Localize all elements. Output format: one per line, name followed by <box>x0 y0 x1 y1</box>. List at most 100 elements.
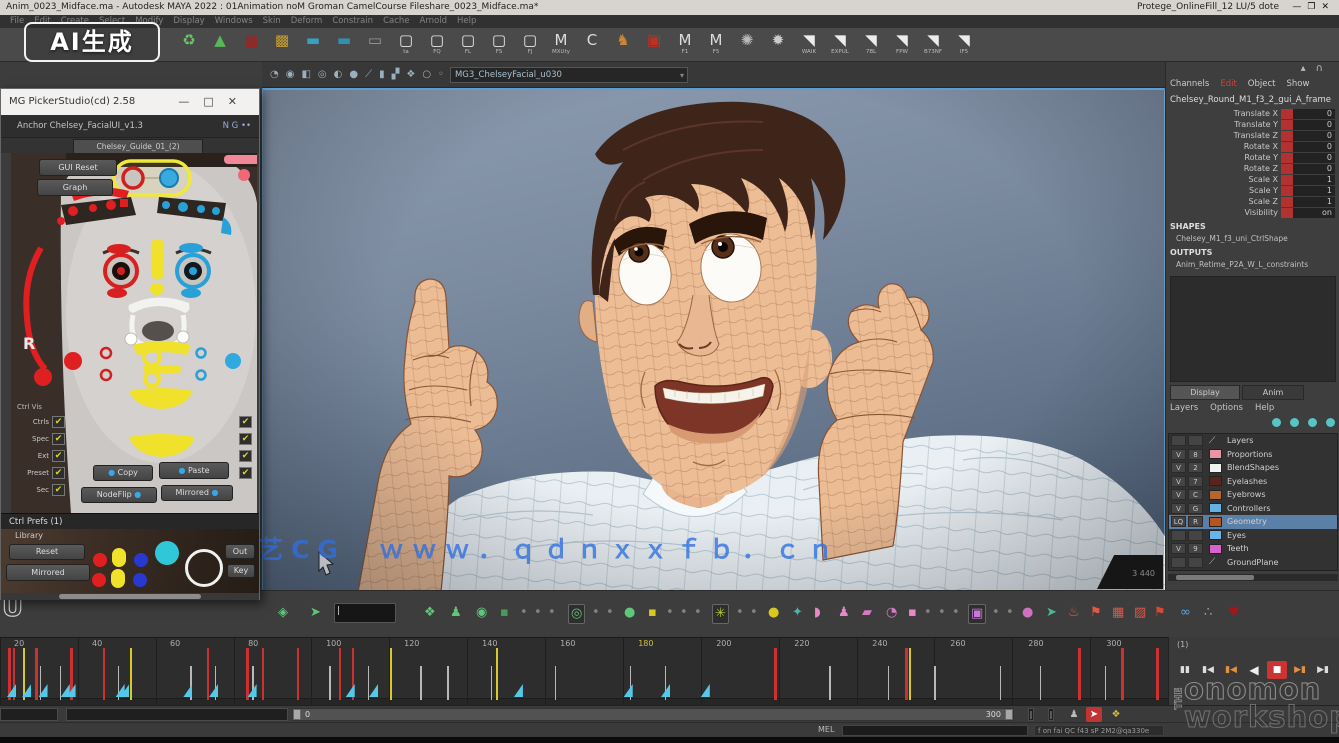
viewport-toolbar-icon-2[interactable]: ◧ <box>301 69 310 80</box>
picker-minimize-icon[interactable]: — <box>178 95 203 108</box>
shelf-icon-13[interactable]: C <box>579 31 605 49</box>
picker-reset-button[interactable]: Reset <box>9 544 85 560</box>
anim-tool-icon-29[interactable]: • <box>952 604 960 622</box>
menu-item-help[interactable]: Help <box>457 15 476 28</box>
layer-row[interactable]: LQRGeometry <box>1169 515 1337 529</box>
layer-visibility-toggle[interactable] <box>1171 530 1186 541</box>
picker-toolbar-right[interactable]: N G •• <box>223 115 251 138</box>
layer-icon[interactable] <box>1308 418 1317 427</box>
anim-tool-icon-7[interactable]: • <box>534 604 542 622</box>
anim-tool-icon-12[interactable]: ● <box>624 604 635 622</box>
picker-tab-row[interactable]: Chelsey_Guide_01_(2) <box>1 138 259 153</box>
viewport-toolbar-icon-9[interactable]: ❖ <box>406 69 415 80</box>
channel-value[interactable]: 1 <box>1293 197 1335 207</box>
picker-maximize-icon[interactable]: □ <box>203 95 227 108</box>
anim-tool-icon-5[interactable]: ▪ <box>500 604 509 622</box>
layer-mode-toggle[interactable]: R <box>1188 516 1203 527</box>
channel-value[interactable]: 0 <box>1293 142 1335 152</box>
picker-check-row[interactable]: ✔ <box>239 466 252 480</box>
layer-visibility-toggle[interactable]: LQ <box>1171 516 1186 527</box>
picker-section-header[interactable]: Ctrl Prefs (1) <box>1 513 259 529</box>
anim-tool-icon-4[interactable]: ◉ <box>476 604 487 622</box>
channel-list[interactable]: Translate X0Translate Y0Translate Z0Rota… <box>1166 108 1339 218</box>
anim-tool-icon-11[interactable]: • <box>606 604 614 622</box>
layer-row[interactable]: VGControllers <box>1169 502 1337 516</box>
anim-tool-icon-40[interactable]: ∞ <box>1180 604 1191 622</box>
shelf-icon-3[interactable]: ▩ <box>269 31 295 49</box>
layer-tab-display[interactable]: Display <box>1170 385 1240 400</box>
layer-row[interactable]: ⟋GroundPlane <box>1169 556 1337 570</box>
channel-row[interactable]: Translate Z0 <box>1166 130 1339 141</box>
shelf-icon-22[interactable]: ◥7BL <box>858 31 884 55</box>
picker-titlebar[interactable]: MG PickerStudio(cd) 2.58 —□✕ <box>1 89 259 115</box>
anim-tool-icon-15[interactable]: • <box>680 604 688 622</box>
anim-tool-icon-27[interactable]: • <box>924 604 932 622</box>
anim-tool-icon-38[interactable]: ▨ <box>1134 604 1146 622</box>
picker-graph-button[interactable]: Graph <box>37 179 113 196</box>
layer-icon[interactable] <box>1290 418 1299 427</box>
picker-paste-button[interactable]: ● Paste <box>159 462 229 479</box>
layer-color-swatch[interactable] <box>1209 503 1222 513</box>
anim-tool-icon-23[interactable]: ♟ <box>838 604 850 622</box>
layer-row[interactable]: V2BlendShapes <box>1169 461 1337 475</box>
picker-pose-dot-blue[interactable] <box>133 573 147 587</box>
picker-gui-reset-button[interactable]: GUI Reset <box>39 159 117 176</box>
anim-tool-icon-10[interactable]: • <box>592 604 600 622</box>
channel-row[interactable]: Visibilityon <box>1166 207 1339 218</box>
picker-pose-dot-blue[interactable] <box>134 553 148 567</box>
close-icon[interactable]: ✕ <box>1321 2 1335 12</box>
viewport-toolbar-icon-8[interactable]: ▞ <box>392 69 400 80</box>
picker-nodeflip-button[interactable]: NodeFlip ● <box>81 487 157 503</box>
layer-editor-menus[interactable]: LayersOptionsHelp <box>1170 403 1274 413</box>
picker-checkbox[interactable]: ✔ <box>239 467 252 479</box>
viewport-toolbar-icons[interactable]: ◔◉◧◎◐●⟋▮▞❖○◦ <box>270 69 444 80</box>
channel-row[interactable]: Scale Y1 <box>1166 185 1339 196</box>
display-layer-list[interactable]: ⟋LayersV8ProportionsV2BlendShapesV7Eyela… <box>1168 433 1338 571</box>
viewport-toolbar-icon-0[interactable]: ◔ <box>270 69 279 80</box>
layer-visibility-toggle[interactable]: V <box>1171 543 1186 554</box>
channel-value[interactable]: 1 <box>1293 186 1335 196</box>
anim-tool-icon-17[interactable]: ✳ <box>712 604 729 624</box>
picker-check-row[interactable]: ✔ <box>239 415 252 429</box>
picker-checkbox[interactable]: ✔ <box>52 416 65 428</box>
picker-mirror-button[interactable]: Mirrored <box>6 564 90 581</box>
channel-value[interactable]: 0 <box>1293 153 1335 163</box>
picker-pose-dot-red[interactable] <box>92 573 106 587</box>
menu-item-windows[interactable]: Windows <box>215 15 253 28</box>
picker-pose-dot-red[interactable] <box>93 553 107 567</box>
picker-selection-ring[interactable] <box>185 549 223 587</box>
anim-tool-icon-30[interactable]: ▣ <box>968 604 986 624</box>
shape-node-name[interactable]: Chelsey_M1_f3_uni_CtrlShape <box>1176 234 1336 243</box>
picker-check-row[interactable]: ✔ <box>239 432 252 446</box>
viewport-toolbar-icon-11[interactable]: ◦ <box>438 69 444 80</box>
picker-check-row[interactable]: Ctrls✔ <box>13 415 65 429</box>
anim-tool-icon-21[interactable]: ✦ <box>792 604 803 622</box>
menu-item-file[interactable]: File <box>10 15 24 28</box>
character-set-icon[interactable]: ♟ <box>1066 707 1082 722</box>
picker-tab[interactable]: Chelsey_Guide_01_(2) <box>73 139 203 153</box>
layer-visibility-toggle[interactable]: V <box>1171 503 1186 514</box>
anim-tool-icon-13[interactable]: ▪ <box>648 604 657 622</box>
layer-mode-toggle[interactable] <box>1188 530 1203 541</box>
picker-toolbar[interactable]: Anchor Chelsey_FacialUI_v1.3 N G •• <box>1 115 259 138</box>
picker-checkbox[interactable]: ✔ <box>52 484 65 496</box>
picker-checkbox[interactable]: ✔ <box>239 433 252 445</box>
anim-prefs-icon[interactable]: ❖ <box>1108 707 1124 722</box>
shelf-icon-16[interactable]: MF1 <box>672 31 698 55</box>
menu-item-cache[interactable]: Cache <box>383 15 409 28</box>
picker-pose-dot-yellow[interactable] <box>111 569 125 588</box>
layer-menu-layers[interactable]: Layers <box>1170 403 1198 413</box>
anim-tool-icon-14[interactable]: • <box>666 604 674 622</box>
channelbox-menu-channels[interactable]: Channels <box>1170 79 1209 89</box>
shelf-icon-12[interactable]: MMXUty <box>548 31 574 55</box>
shelf-icon-10[interactable]: ▢FS <box>486 31 512 55</box>
anim-tool-icon-34[interactable]: ➤ <box>1046 604 1057 622</box>
layer-visibility-toggle[interactable]: V <box>1171 489 1186 500</box>
anim-tool-icon-36[interactable]: ⚑ <box>1090 604 1102 622</box>
layer-color-swatch[interactable] <box>1209 449 1222 459</box>
anim-end-field[interactable] <box>66 708 288 721</box>
layer-mode-toggle[interactable]: 7 <box>1188 476 1203 487</box>
anim-tool-icon-6[interactable]: • <box>520 604 528 622</box>
viewport-toolbar-icon-10[interactable]: ○ <box>422 69 431 80</box>
channel-value[interactable]: 1 <box>1293 175 1335 185</box>
